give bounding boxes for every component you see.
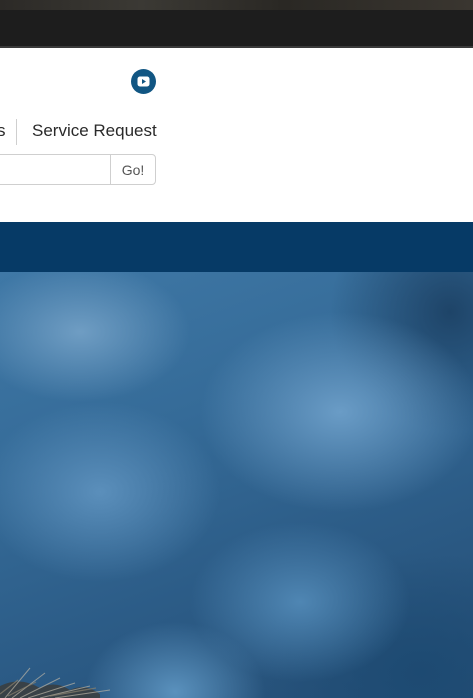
site-header: s Service Request Go! (0, 48, 473, 222)
hero-grass-detail (0, 667, 111, 698)
nav-item-service-request[interactable]: Service Request (32, 119, 157, 143)
youtube-button[interactable] (131, 69, 156, 94)
main-nav-band (0, 222, 473, 272)
youtube-icon (137, 76, 150, 87)
hero-image (0, 272, 473, 698)
nav-divider (16, 119, 17, 145)
search-go-button[interactable]: Go! (110, 154, 156, 185)
top-dark-bar (0, 10, 473, 48)
search-input[interactable] (0, 154, 110, 185)
nav-item-partial[interactable]: s (0, 119, 6, 143)
